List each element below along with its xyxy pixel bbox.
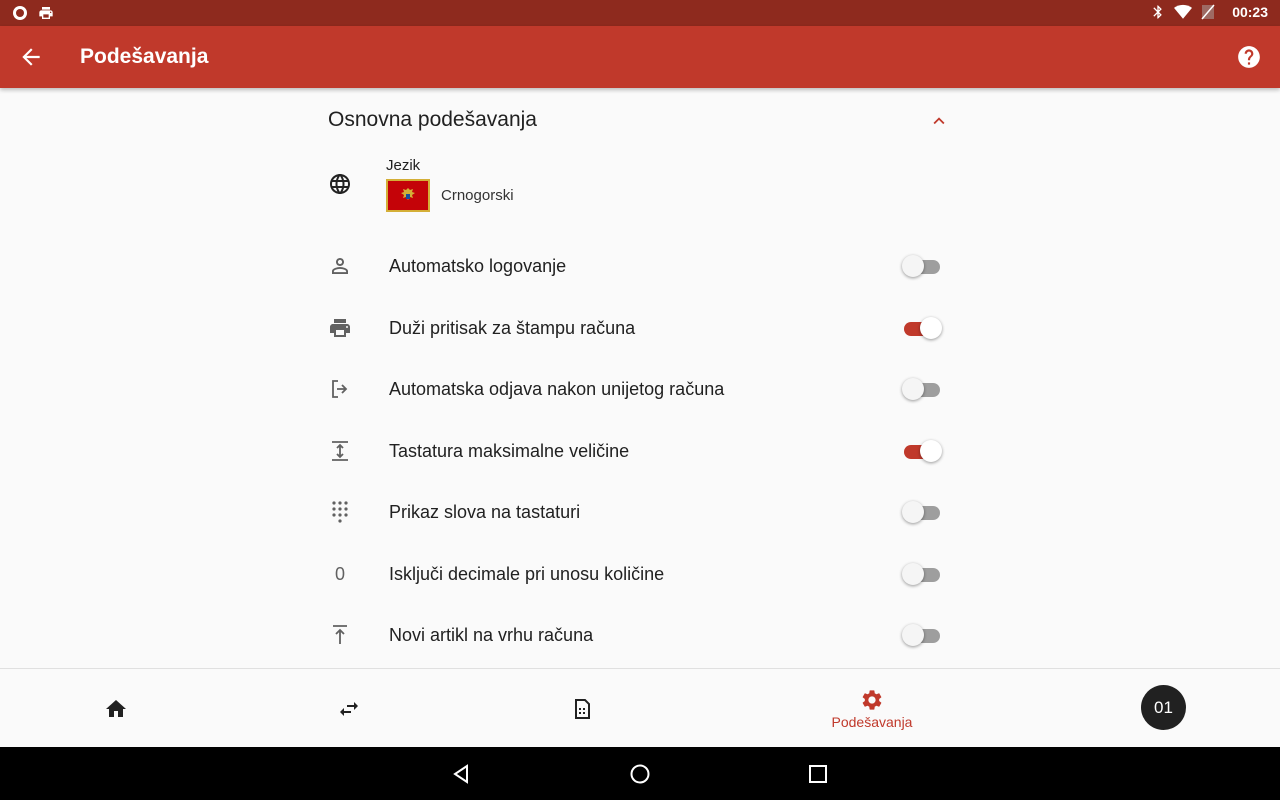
setting-label: Isključi decimale pri unosu količine <box>389 564 665 584</box>
status-time: 00:23 <box>1232 4 1268 20</box>
zero-icon: 0 <box>334 564 345 584</box>
logout-icon <box>332 380 348 398</box>
section-title: Osnovna podešavanja <box>328 108 537 131</box>
system-navigation-bar <box>0 747 1280 800</box>
nav-transfer[interactable] <box>325 669 373 748</box>
setting-row-long-press-print[interactable]: Duži pritisak za štampu računa <box>328 308 948 348</box>
recents-square-icon[interactable] <box>807 763 829 785</box>
circle-notification-icon <box>13 6 27 20</box>
back-triangle-icon[interactable] <box>450 763 472 785</box>
dialpad-icon <box>332 501 348 523</box>
new-item-top-toggle[interactable] <box>902 624 942 646</box>
max-keyboard-toggle[interactable] <box>902 440 942 462</box>
printer-icon <box>330 319 350 337</box>
setting-label: Tastatura maksimalne veličine <box>389 441 630 461</box>
setting-label: Duži pritisak za štampu računa <box>389 318 636 338</box>
receipt-icon <box>575 698 590 719</box>
long-press-print-toggle[interactable] <box>902 317 942 339</box>
arrow-back-icon[interactable] <box>18 44 44 70</box>
setting-row-show-letters[interactable]: Prikaz slova na tastaturi <box>328 492 948 532</box>
montenegro-flag[interactable] <box>386 179 430 212</box>
home-circle-icon[interactable] <box>629 763 651 785</box>
setting-row-disable-decimals[interactable]: 0 Isključi decimale pri unosu količine <box>328 554 948 594</box>
setting-row-max-keyboard[interactable]: Tastatura maksimalne veličine <box>328 431 948 471</box>
setting-label: Novi artikl na vrhu računa <box>389 625 594 645</box>
coat-of-arms-icon <box>401 187 415 200</box>
setting-row-auto-login[interactable]: Automatsko logovanje <box>328 246 948 286</box>
nav-home[interactable] <box>92 669 140 748</box>
bluetooth-icon <box>1153 5 1162 19</box>
setting-label: Automatska odjava nakon unijetog računa <box>389 379 725 399</box>
language-value[interactable]: Crnogorski <box>441 187 514 204</box>
expand-vertical-icon <box>332 441 348 461</box>
help-icon[interactable] <box>1236 44 1262 70</box>
bottom-navigation: Podešavanja 01 <box>0 668 1280 747</box>
home-icon <box>106 699 126 717</box>
settings-icon <box>862 689 882 710</box>
arrow-to-top-icon <box>333 625 347 644</box>
auto-logout-toggle[interactable] <box>902 378 942 400</box>
battery-icon <box>1201 4 1215 20</box>
setting-row-new-item-top[interactable]: Novi artikl na vrhu računa <box>328 615 948 655</box>
auto-login-toggle[interactable] <box>902 255 942 277</box>
globe-icon <box>330 174 350 194</box>
nav-receipts[interactable] <box>558 669 606 748</box>
settings-content: Osnovna podešavanja Jezik Crnogorski Aut… <box>0 88 1280 668</box>
language-label: Jezik <box>386 157 421 174</box>
disable-decimals-toggle[interactable] <box>902 563 942 585</box>
person-icon <box>332 258 348 274</box>
status-bar: 00:23 <box>0 0 1280 26</box>
setting-label: Automatsko logovanje <box>389 256 567 276</box>
nav-settings[interactable]: Podešavanja <box>822 669 922 748</box>
page-title: Podešavanja <box>80 45 209 68</box>
setting-row-auto-logout[interactable]: Automatska odjava nakon unijetog računa <box>328 369 948 409</box>
wifi-icon <box>1174 4 1193 19</box>
swap-icon <box>340 701 358 716</box>
app-bar: Podešavanja <box>0 26 1280 88</box>
setting-label: Prikaz slova na tastaturi <box>389 502 581 522</box>
nav-settings-label: Podešavanja <box>831 713 913 730</box>
avatar[interactable]: 01 <box>1141 685 1186 730</box>
chevron-up-icon[interactable] <box>928 110 950 132</box>
printer-notification-icon <box>39 7 53 19</box>
show-letters-toggle[interactable] <box>902 501 942 523</box>
